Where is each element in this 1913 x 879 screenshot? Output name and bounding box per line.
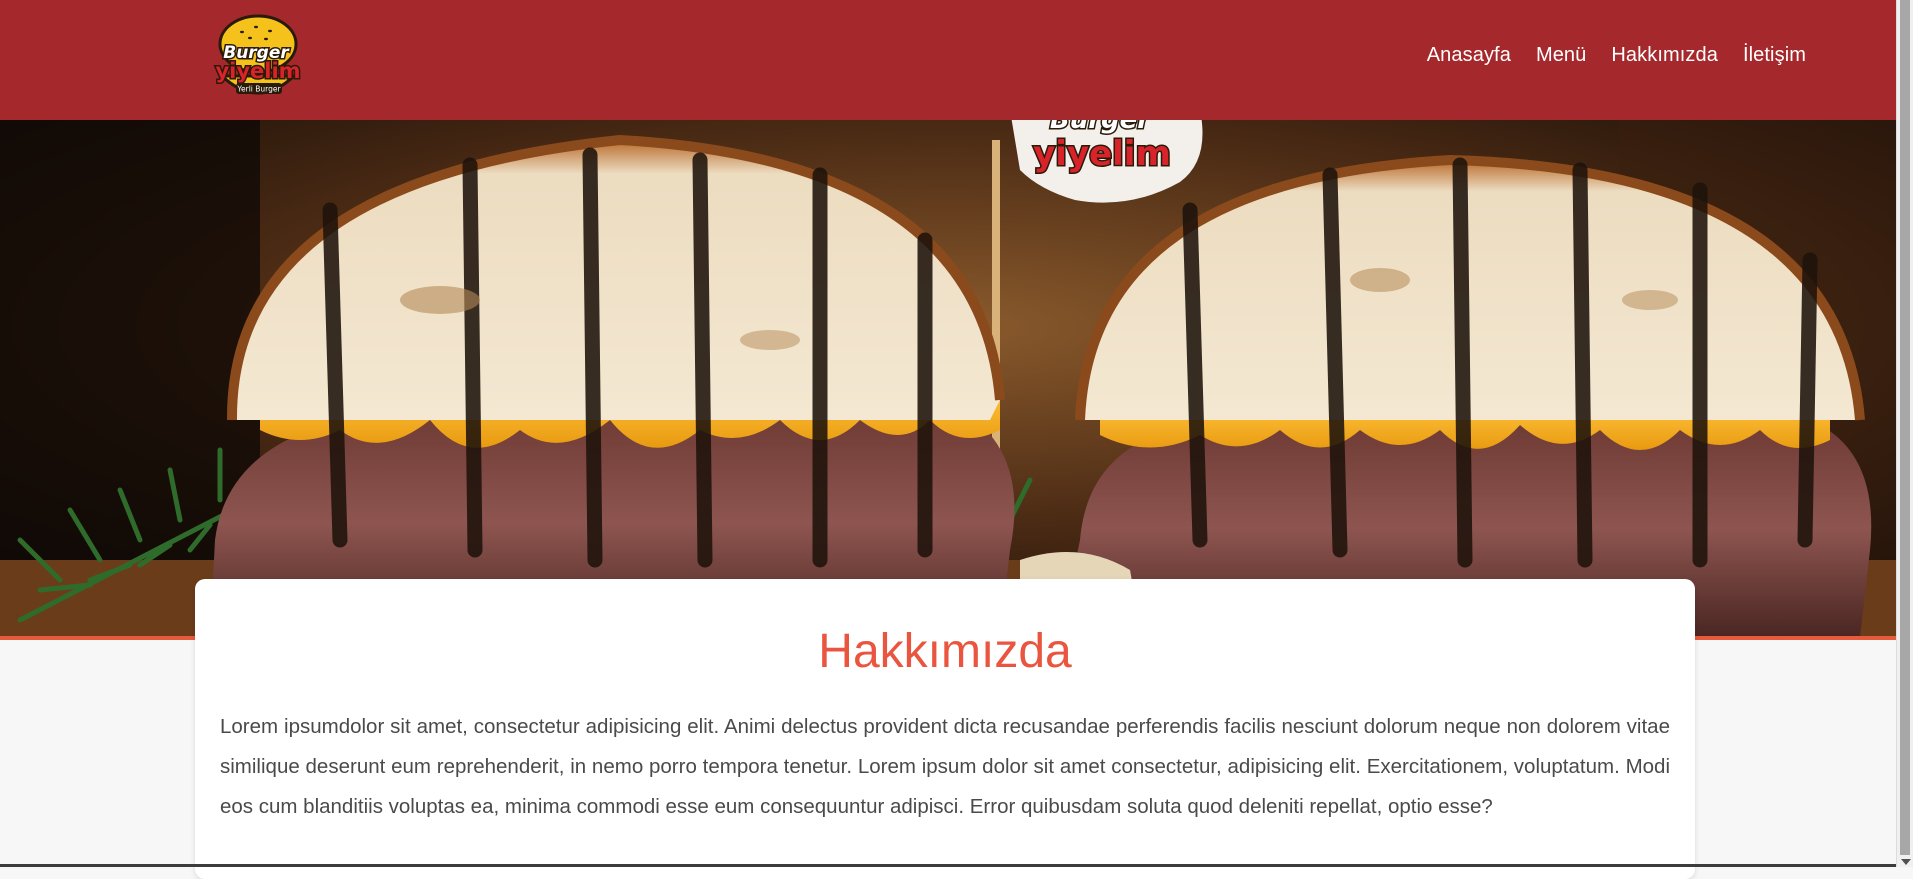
svg-text:Yerli Burger: Yerli Burger bbox=[236, 85, 281, 94]
about-body: Lorem ipsumdolor sit amet, consectetur a… bbox=[220, 707, 1670, 827]
burger-logo-icon: Burger yiyelim Yerli Burger bbox=[212, 14, 304, 102]
nav-item-menu[interactable]: Menü bbox=[1536, 44, 1586, 67]
brand-logo[interactable]: Burger yiyelim Yerli Burger bbox=[212, 14, 304, 102]
scroll-down-arrow-icon[interactable] bbox=[1901, 859, 1911, 865]
burger-photo: Burger yiyelim bbox=[0, 120, 1896, 637]
svg-text:yiyelim: yiyelim bbox=[1033, 134, 1171, 174]
svg-text:yiyelim: yiyelim bbox=[215, 59, 300, 83]
nav-item-iletisim[interactable]: İletişim bbox=[1743, 44, 1806, 67]
main-nav: Anasayfa Menü Hakkımızda İletişim bbox=[1427, 44, 1806, 67]
nav-item-anasayfa[interactable]: Anasayfa bbox=[1427, 44, 1511, 67]
site-header: Burger yiyelim Yerli Burger Anasayfa Men… bbox=[0, 0, 1896, 120]
svg-text:Burger: Burger bbox=[1050, 120, 1152, 135]
nav-item-hakkimizda[interactable]: Hakkımızda bbox=[1611, 44, 1718, 67]
about-card: Hakkımızda Lorem ipsumdolor sit amet, co… bbox=[195, 579, 1695, 879]
scrollbar-thumb[interactable] bbox=[1900, 0, 1910, 855]
about-title: Hakkımızda bbox=[220, 626, 1670, 679]
hero-image: Burger yiyelim bbox=[0, 120, 1896, 637]
page-scrollbar[interactable] bbox=[1896, 0, 1913, 867]
